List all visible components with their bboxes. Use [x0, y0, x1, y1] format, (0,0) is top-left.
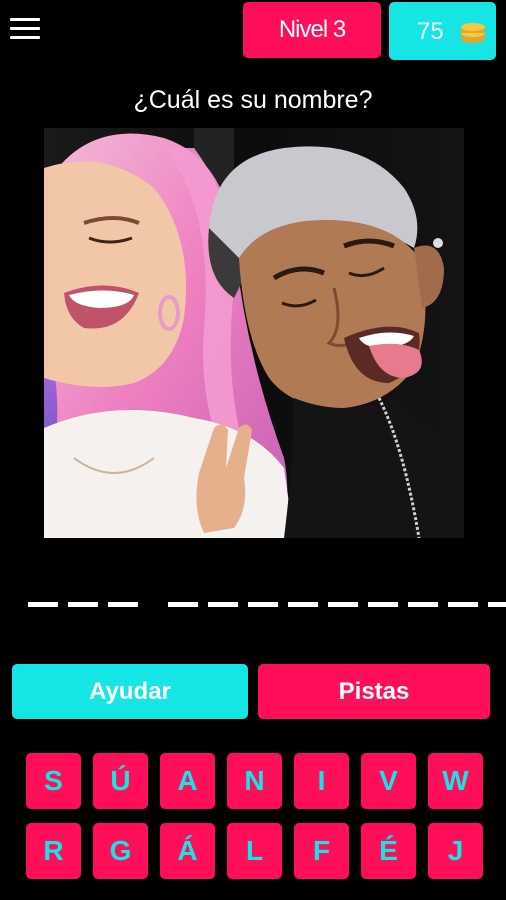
letter-key[interactable]: É [361, 823, 416, 879]
answer-slot[interactable] [328, 602, 358, 607]
letter-key[interactable]: Ú [93, 753, 148, 809]
answer-slot[interactable] [368, 602, 398, 607]
letter-key[interactable]: I [294, 753, 349, 809]
answer-slot[interactable] [68, 602, 98, 607]
letter-key[interactable]: Á [160, 823, 215, 879]
letter-key[interactable]: N [227, 753, 282, 809]
hints-button-label: Pistas [338, 677, 410, 705]
letter-key[interactable]: J [428, 823, 483, 879]
answer-slot[interactable] [108, 602, 138, 607]
coins-count: 75 [417, 18, 444, 45]
hints-button[interactable]: Pistas [258, 664, 490, 719]
answer-slot[interactable] [28, 602, 58, 607]
hamburger-menu-icon [10, 18, 40, 21]
letter-key[interactable]: S [26, 753, 81, 809]
letter-key[interactable]: L [227, 823, 282, 879]
letter-key[interactable]: V [361, 753, 416, 809]
help-button-label: Ayudar [89, 677, 171, 705]
answer-slot[interactable] [408, 602, 438, 607]
menu-icon-bar [10, 27, 40, 30]
answer-slot[interactable] [208, 602, 238, 607]
answer-slot[interactable] [288, 602, 318, 607]
letter-key[interactable]: F [294, 823, 349, 879]
celebrity-photo [44, 128, 464, 538]
photo-illustration [44, 128, 464, 538]
level-badge: Nivel 3 [243, 2, 381, 58]
coins-badge[interactable]: 75 [389, 2, 496, 60]
coin-stack-icon [461, 23, 485, 43]
letter-key[interactable]: W [428, 753, 483, 809]
answer-slot[interactable] [448, 602, 478, 607]
level-label: Nivel 3 [278, 16, 346, 43]
letter-key[interactable]: A [160, 753, 215, 809]
answer-slot[interactable] [488, 602, 506, 607]
help-button[interactable]: Ayudar [12, 664, 248, 719]
letter-key[interactable]: R [26, 823, 81, 879]
letter-key[interactable]: G [93, 823, 148, 879]
menu-icon-bar [10, 36, 40, 39]
answer-slot[interactable] [168, 602, 198, 607]
answer-slot[interactable] [248, 602, 278, 607]
menu-button[interactable] [10, 16, 40, 42]
question-title: ¿Cuál es su nombre? [133, 86, 373, 114]
